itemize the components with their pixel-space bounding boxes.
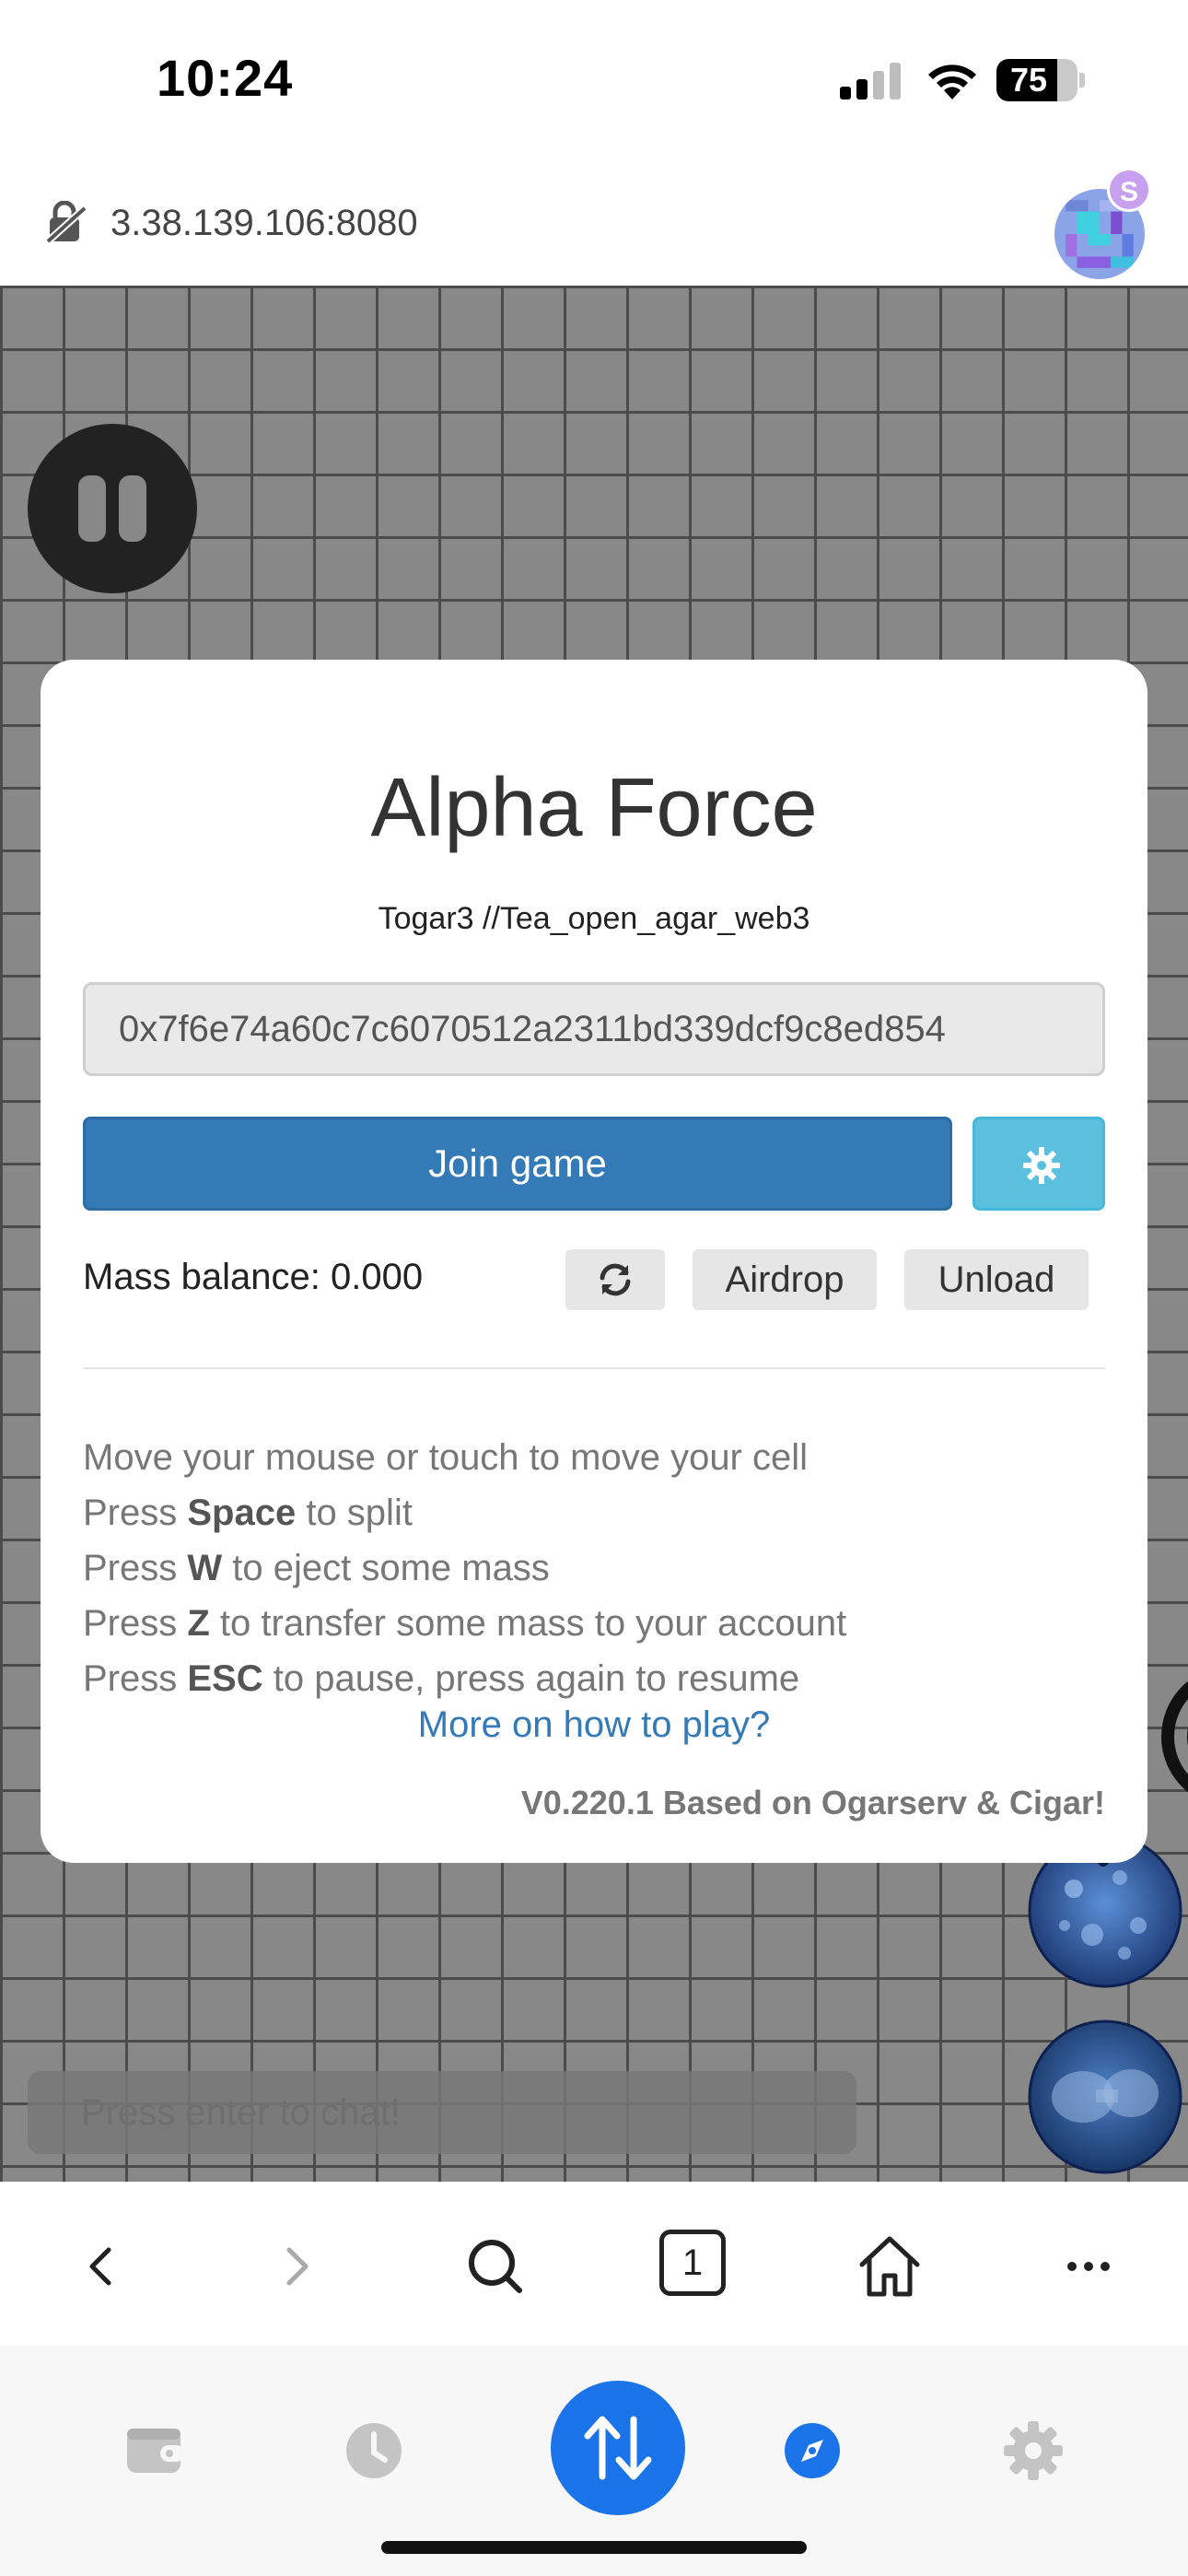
more-icon[interactable] <box>1052 2230 1125 2303</box>
battery-level: 75 <box>1009 61 1048 99</box>
join-game-button[interactable]: Join game <box>83 1117 952 1211</box>
refresh-balance-button[interactable] <box>565 1249 665 1310</box>
unload-button[interactable]: Unload <box>904 1249 1089 1310</box>
wallet-icon[interactable] <box>118 2414 192 2488</box>
mass-balance: Mass balance: 0.000 <box>83 1257 424 1297</box>
app-tabbar <box>0 2346 1188 2576</box>
forward-icon[interactable] <box>260 2230 333 2303</box>
url-text[interactable]: 3.38.139.106:8080 <box>111 203 418 244</box>
refresh-icon <box>600 1263 631 1296</box>
instruction-line: Press W to eject some mass <box>83 1548 550 1588</box>
swap-icon <box>584 2416 652 2480</box>
wifi-icon <box>928 64 976 100</box>
swap-button[interactable] <box>551 2381 685 2515</box>
browser-compass-icon[interactable] <box>775 2414 849 2488</box>
game-title: Alpha Force <box>370 762 818 854</box>
status-time: 10:24 <box>157 49 294 107</box>
battery-icon: 75 <box>996 59 1085 101</box>
airdrop-button[interactable]: Airdrop <box>693 1249 877 1310</box>
avatar-badge: S <box>1107 168 1151 212</box>
wallet-address-field[interactable] <box>83 982 1105 1076</box>
settings-gear-icon[interactable] <box>996 2414 1070 2488</box>
chat-input[interactable] <box>28 2071 856 2154</box>
status-bar: 10:24 75 <box>0 0 1188 161</box>
instruction-line: Press Z to transfer some mass to your ac… <box>83 1603 847 1644</box>
insecure-lock-icon[interactable] <box>44 201 88 245</box>
instruction-line: Press Space to split <box>83 1493 413 1533</box>
back-icon[interactable] <box>64 2230 138 2303</box>
version-text: V0.220.1 Based on Ogarserv & Cigar! <box>520 1784 1105 1821</box>
url-bar[interactable]: 3.38.139.106:8080 S <box>0 161 1188 286</box>
gear-icon <box>1023 1147 1060 1184</box>
game-canvas[interactable]: Alpha Force Togar3 //Tea_open_agar_web3 … <box>0 286 1188 2182</box>
browser-toolbar: 1 <box>0 2182 1188 2346</box>
game-subtitle: Togar3 //Tea_open_agar_web3 <box>378 901 810 936</box>
start-dialog: Alpha Force Togar3 //Tea_open_agar_web3 … <box>41 660 1147 1863</box>
home-indicator[interactable] <box>381 2541 807 2554</box>
virus-cell <box>1028 2020 1182 2174</box>
search-icon[interactable] <box>459 2230 532 2303</box>
settings-button[interactable] <box>973 1117 1105 1211</box>
instruction-line: Press ESC to pause, press again to resum… <box>83 1658 800 1699</box>
how-to-play-link[interactable]: More on how to play? <box>41 1704 1147 1746</box>
history-icon[interactable] <box>337 2414 411 2488</box>
divider <box>83 1367 1105 1369</box>
pause-icon <box>78 475 106 542</box>
tabs-icon[interactable]: 1 <box>659 2230 726 2296</box>
instruction-line: Move your mouse or touch to move your ce… <box>83 1437 809 1478</box>
home-icon[interactable] <box>853 2230 926 2303</box>
signal-icon <box>840 63 901 100</box>
instructions: Move your mouse or touch to move your ce… <box>83 1430 1105 1706</box>
pause-button[interactable] <box>28 424 197 593</box>
